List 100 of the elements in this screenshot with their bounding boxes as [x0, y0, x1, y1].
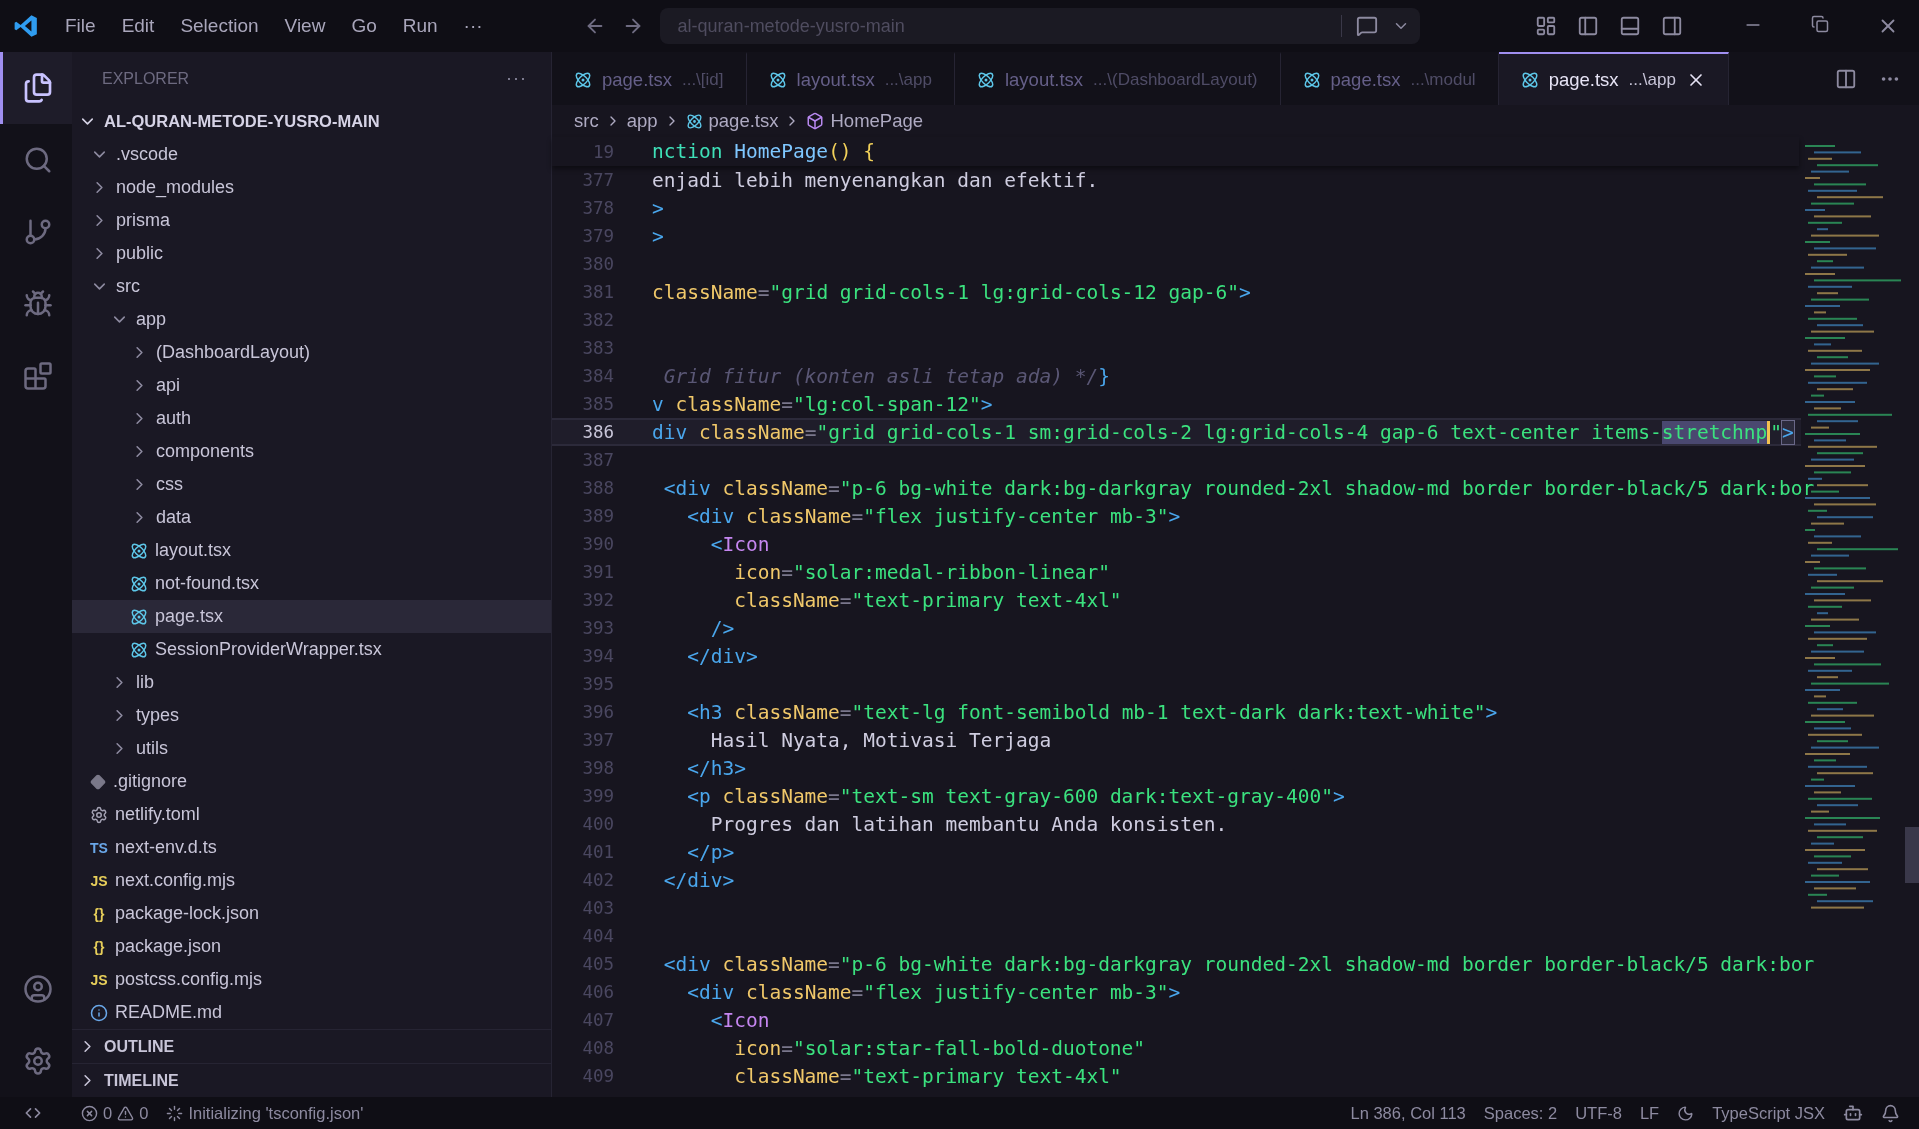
- settings-icon[interactable]: [22, 1046, 53, 1076]
- gear-icon: [90, 805, 108, 824]
- tree-item[interactable]: SessionProviderWrapper.tsx: [72, 633, 551, 666]
- panel-bottom-icon[interactable]: [1619, 15, 1641, 37]
- tree-item[interactable]: app: [72, 303, 551, 336]
- account-icon[interactable]: [22, 974, 53, 1004]
- panel-right-icon[interactable]: [1661, 15, 1683, 37]
- breadcrumb-item[interactable]: src: [574, 110, 599, 132]
- atom-icon: [130, 607, 148, 626]
- source-control-icon[interactable]: [22, 217, 53, 247]
- code-line: </div>: [686, 644, 758, 668]
- code-line: />: [709, 616, 735, 640]
- app-logo-icon: [13, 13, 39, 39]
- more-actions[interactable]: ···: [506, 68, 527, 89]
- line-number: 384: [581, 366, 614, 386]
- menu-item[interactable]: Run: [389, 15, 451, 37]
- indentation-status[interactable]: Spaces: 2: [1474, 1103, 1567, 1123]
- tree-item[interactable]: {} package-lock.json: [72, 897, 551, 930]
- atom-icon: [768, 70, 787, 89]
- line-number: 377: [581, 170, 614, 190]
- line-number: 386: [581, 422, 614, 442]
- tree-item[interactable]: page.tsx: [72, 600, 551, 633]
- code-line: <div className="p-6 bg-white dark:bg-darkgray rounded-2xl shadow-md border border-black/5 dark:bor: [662, 476, 1815, 500]
- tree-item[interactable]: not-found.tsx: [72, 567, 551, 600]
- menu-item[interactable]: Edit: [108, 15, 168, 37]
- tree-item[interactable]: api: [72, 369, 551, 402]
- menu-item[interactable]: ···: [450, 15, 496, 37]
- section-header[interactable]: OUTLINE: [72, 1029, 551, 1063]
- extensions-icon[interactable]: [22, 361, 53, 391]
- tree-item[interactable]: auth: [72, 402, 551, 435]
- line-number: 400: [581, 814, 614, 834]
- line-number: 402: [581, 870, 614, 890]
- menu-item[interactable]: File: [52, 15, 109, 37]
- line-number: 398: [581, 758, 614, 778]
- breadcrumb-item[interactable]: page.tsx: [708, 110, 779, 132]
- language-status[interactable]: TypeScript JSX: [1703, 1103, 1834, 1123]
- tree-item[interactable]: .gitignore: [72, 765, 551, 798]
- line-number: 385: [581, 394, 614, 414]
- menu-item[interactable]: View: [271, 15, 339, 37]
- tree-item[interactable]: {} package.json: [72, 930, 551, 963]
- chat-icon[interactable]: [1355, 15, 1378, 37]
- tree-item[interactable]: prisma: [72, 204, 551, 237]
- tree-item[interactable]: src: [72, 270, 551, 303]
- code-line: v className="lg:col-span-12">: [652, 392, 993, 416]
- editor-tab[interactable]: page.tsx ...\app: [1498, 52, 1729, 105]
- restore-icon[interactable]: [1811, 15, 1829, 33]
- line-number: 380: [581, 254, 614, 274]
- line-number: 391: [581, 562, 614, 582]
- code-line: nction HomePage() {: [652, 140, 876, 163]
- tree-item[interactable]: utils: [72, 732, 551, 765]
- tree-item[interactable]: lib: [72, 666, 551, 699]
- tree-item[interactable]: types: [72, 699, 551, 732]
- encoding-status[interactable]: UTF-8: [1566, 1103, 1631, 1123]
- line-number: 409: [581, 1066, 614, 1086]
- code-line: <div className="flex justify-center mb-3">: [686, 504, 1181, 528]
- tree-item[interactable]: data: [72, 501, 551, 534]
- line-number: 389: [581, 506, 614, 526]
- menu-item[interactable]: Selection: [167, 15, 272, 37]
- tree-item[interactable]: public: [72, 237, 551, 270]
- layout-icon[interactable]: [1535, 15, 1557, 37]
- code-line: className="text-primary text-4xl": [733, 1064, 1122, 1088]
- split-editor-icon[interactable]: [1835, 67, 1857, 90]
- problems-status[interactable]: 0 0: [72, 1103, 158, 1123]
- cursor-position[interactable]: Ln 386, Col 113: [1341, 1103, 1475, 1123]
- tree-item[interactable]: JS postcss.config.mjs: [72, 963, 551, 996]
- tree-item[interactable]: components: [72, 435, 551, 468]
- line-number: 388: [581, 478, 614, 498]
- code-line: <div className="flex justify-center mb-3">: [686, 980, 1181, 1004]
- scrollbar-thumb[interactable]: [1905, 827, 1919, 883]
- sidebar-title: EXPLORER: [102, 69, 190, 88]
- tree-item[interactable]: .vscode: [72, 138, 551, 171]
- menu-item[interactable]: Go: [338, 15, 390, 37]
- panel-left-icon[interactable]: [1577, 15, 1599, 37]
- code-line: <div className="p-6 bg-white dark:bg-darkgray rounded-2xl shadow-md border border-black/5 dark:bor: [662, 952, 1815, 976]
- tree-item[interactable]: README.md: [72, 996, 551, 1029]
- line-number: 381: [581, 282, 614, 302]
- task-status: Initializing 'tsconfig.json': [188, 1103, 364, 1123]
- code-line: className="text-primary text-4xl": [733, 588, 1122, 612]
- breadcrumb-item[interactable]: HomePage: [830, 110, 924, 132]
- tree-item[interactable]: css: [72, 468, 551, 501]
- line-number: 405: [581, 954, 614, 974]
- line-number: 404: [581, 926, 614, 946]
- tree-item[interactable]: node_modules: [72, 171, 551, 204]
- diamond-icon: [90, 773, 106, 790]
- eol-status[interactable]: LF: [1630, 1103, 1669, 1123]
- code-line: <Icon: [709, 532, 770, 556]
- atom-icon: [1520, 70, 1539, 89]
- warning-icon: [117, 1104, 135, 1122]
- tree-item[interactable]: netlify.toml: [72, 798, 551, 831]
- folder-header[interactable]: AL-QURAN-METODE-YUSRO-MAIN: [72, 105, 551, 138]
- line-number: 397: [581, 730, 614, 750]
- debug-icon[interactable]: [22, 289, 53, 319]
- breadcrumb-item[interactable]: app: [626, 110, 658, 132]
- tree-item[interactable]: TS next-env.d.ts: [72, 831, 551, 864]
- tree-item[interactable]: layout.tsx: [72, 534, 551, 567]
- code-line: </p>: [686, 840, 735, 864]
- notifications-icon[interactable]: [1881, 1103, 1900, 1123]
- atom-icon: [574, 70, 592, 89]
- tree-item[interactable]: (DashboardLayout): [72, 336, 551, 369]
- tree-item[interactable]: JS next.config.mjs: [72, 864, 551, 897]
